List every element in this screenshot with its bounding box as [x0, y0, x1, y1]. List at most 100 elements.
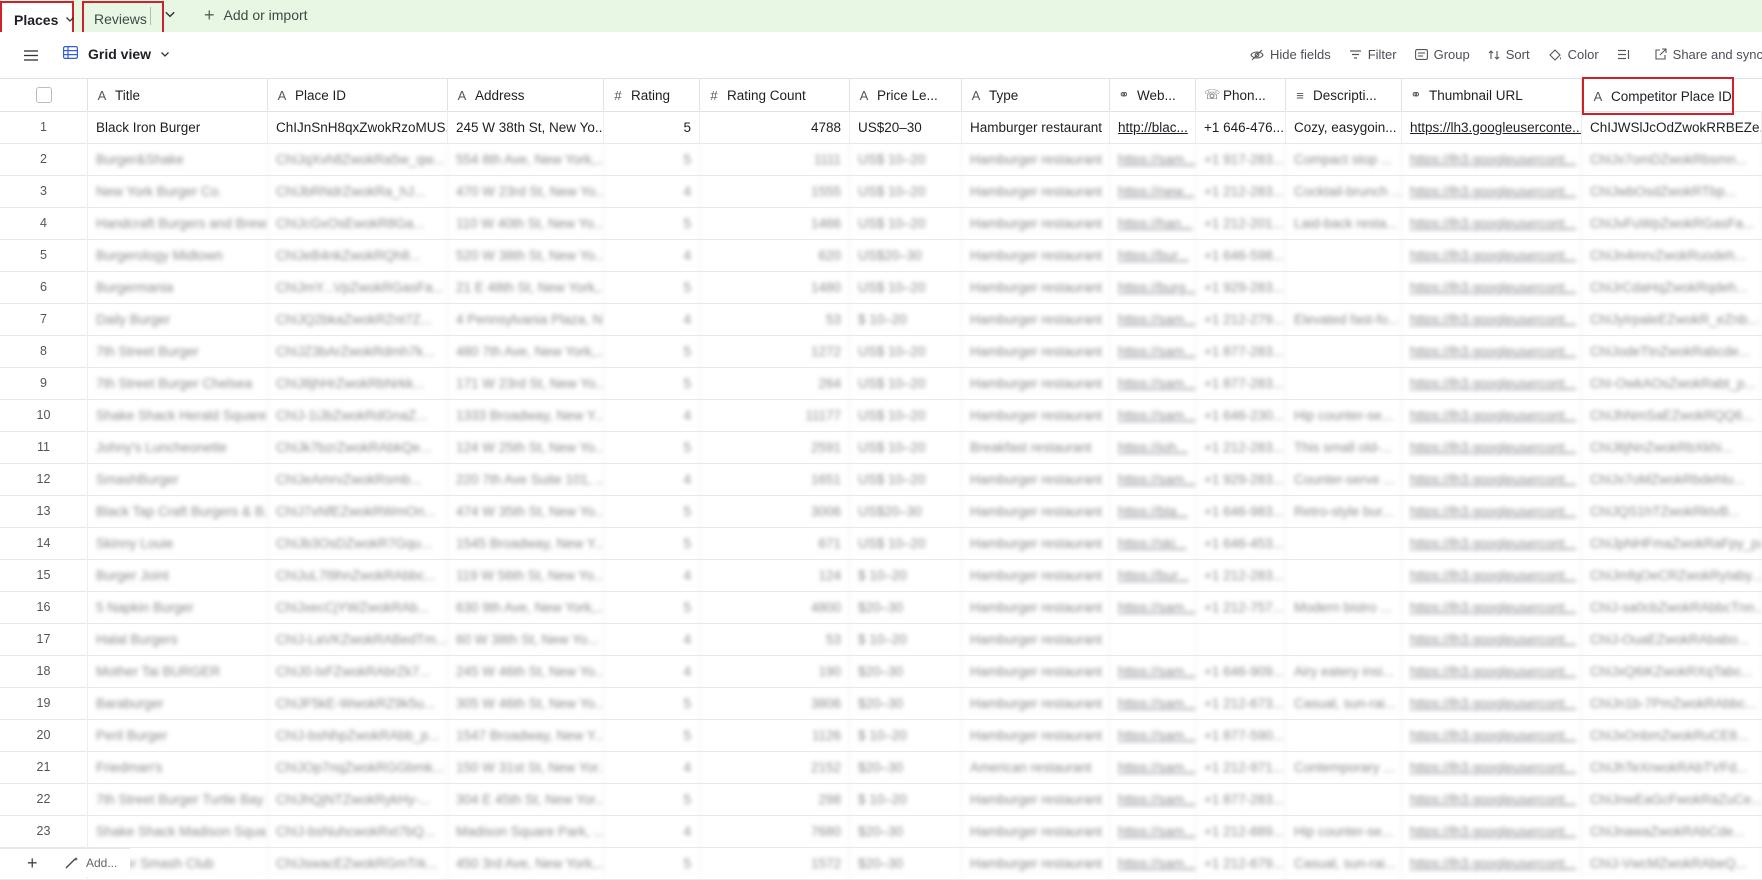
cell-phone[interactable]: +1 929-283...: [1196, 271, 1286, 303]
cell-price[interactable]: US$20–30: [850, 239, 962, 271]
cell-phone[interactable]: +1 212-679...: [1196, 847, 1286, 879]
cell-value[interactable]: https://sam...: [1118, 376, 1195, 391]
cell-phone[interactable]: +1 212-283...: [1196, 559, 1286, 591]
cell-rating[interactable]: 5: [604, 783, 700, 815]
cell-value[interactable]: https://sam...: [1118, 408, 1195, 423]
cell-thumbnail[interactable]: https://lh3.googleusercont...: [1402, 271, 1582, 303]
cell-title[interactable]: Shake Shack Herald Square: [88, 399, 268, 431]
cell-price[interactable]: $20–30: [850, 655, 962, 687]
cell-website[interactable]: https://sam...: [1110, 463, 1196, 495]
cell-price[interactable]: US$ 10–20: [850, 175, 962, 207]
cell-value[interactable]: https://lh3.googleusercont...: [1410, 504, 1576, 519]
cell-value[interactable]: http://blac...: [1118, 120, 1188, 135]
cell-title[interactable]: SmashBurger: [88, 463, 268, 495]
cell-value[interactable]: https://lh3.googleuserconte...: [1410, 120, 1581, 135]
sort-button[interactable]: Sort: [1488, 47, 1530, 62]
cell-rating[interactable]: 5: [604, 495, 700, 527]
cell-value[interactable]: https://sam...: [1118, 152, 1195, 167]
cell-address[interactable]: 474 W 35th St, New Yo...: [448, 495, 604, 527]
cell-value[interactable]: https://sam...: [1118, 824, 1195, 839]
row-number[interactable]: 12: [0, 463, 88, 495]
cell-address[interactable]: 480 7th Ave, New York,...: [448, 335, 604, 367]
cell-value[interactable]: https://sam...: [1118, 728, 1195, 743]
cell-description[interactable]: Elevated fast-fo...: [1286, 303, 1402, 335]
cell-thumbnail[interactable]: https://lh3.googleusercont...: [1402, 367, 1582, 399]
cell-phone[interactable]: +1 877-283...: [1196, 367, 1286, 399]
cell-title[interactable]: Black Iron Burger: [88, 111, 268, 143]
cell-rating[interactable]: 4: [604, 175, 700, 207]
cell-website[interactable]: https://sam...: [1110, 815, 1196, 847]
cell-description[interactable]: Retro-style bur...: [1286, 495, 1402, 527]
cell-thumbnail[interactable]: https://lh3.googleusercont...: [1402, 815, 1582, 847]
cell-thumbnail[interactable]: https://lh3.googleuserconte...: [1402, 111, 1582, 143]
cell-rating[interactable]: 5: [604, 111, 700, 143]
cell-type[interactable]: Hamburger restaurant: [962, 399, 1110, 431]
cell-website[interactable]: https://sam...: [1110, 751, 1196, 783]
cell-rating[interactable]: 4: [604, 623, 700, 655]
cell-type[interactable]: Hamburger restaurant: [962, 335, 1110, 367]
chevron-down-icon[interactable]: [65, 14, 75, 24]
cell-title[interactable]: 7th Street Burger Turtle Bay: [88, 783, 268, 815]
row-number[interactable]: 7: [0, 303, 88, 335]
cell-place-id[interactable]: ChIJswacEZwokRGmTrk...: [268, 847, 448, 879]
cell-type[interactable]: Hamburger restaurant: [962, 207, 1110, 239]
cell-thumbnail[interactable]: https://lh3.googleusercont...: [1402, 559, 1582, 591]
cell-competitor[interactable]: ChIJ-sa0cbZwokRAbbcTnn...: [1582, 591, 1762, 623]
cell-type[interactable]: Hamburger restaurant: [962, 847, 1110, 879]
cell-rating[interactable]: 5: [604, 335, 700, 367]
cell-competitor[interactable]: ChIJwbOsdZwokRTbp...: [1582, 175, 1762, 207]
cell-price[interactable]: US$ 10–20: [850, 335, 962, 367]
cell-value[interactable]: https://han...: [1118, 216, 1192, 231]
cell-address[interactable]: 245 W 38th St, New Yo...: [448, 111, 604, 143]
cell-thumbnail[interactable]: https://lh3.googleusercont...: [1402, 655, 1582, 687]
table-row[interactable]: 9 7th Street Burger Chelsea ChIJ8jhHrZwokR…: [0, 367, 1762, 400]
cell-competitor[interactable]: ChIJnwEaGcFwokRaZuCe...: [1582, 783, 1762, 815]
cell-address[interactable]: 1545 Broadway, New Y...: [448, 527, 604, 559]
cell-rating[interactable]: 5: [604, 527, 700, 559]
cell-rating[interactable]: 4: [604, 399, 700, 431]
cell-type[interactable]: Hamburger restaurant: [962, 239, 1110, 271]
table-row[interactable]: 6 Burgermania ChIJmY...VpZwokRGasFa... 21 E…: [0, 271, 1762, 304]
table-row[interactable]: 18 Mother Tai BURGER ChIJ0-lxFZwokRAbrZk7.…: [0, 655, 1762, 688]
cell-type[interactable]: Hamburger restaurant: [962, 591, 1110, 623]
cell-thumbnail[interactable]: https://lh3.googleusercont...: [1402, 751, 1582, 783]
cell-address[interactable]: 60 W 38th St, New Yo...: [448, 623, 604, 655]
cell-website[interactable]: http://blac...: [1110, 111, 1196, 143]
row-number[interactable]: 1: [0, 111, 88, 143]
cell-website[interactable]: https://sam...: [1110, 719, 1196, 751]
cell-type[interactable]: Hamburger restaurant: [962, 687, 1110, 719]
cell-thumbnail[interactable]: https://lh3.googleusercont...: [1402, 623, 1582, 655]
color-button[interactable]: Color: [1548, 47, 1599, 62]
cell-value[interactable]: https://lh3.googleusercont...: [1410, 280, 1576, 295]
filter-button[interactable]: Filter: [1349, 47, 1397, 62]
cell-description[interactable]: Cozy, easygoin...: [1286, 111, 1402, 143]
add-record-plus-icon[interactable]: +: [27, 853, 38, 874]
cell-competitor[interactable]: ChIJxOnbmZwokRuCE8...: [1582, 719, 1762, 751]
row-number[interactable]: 16: [0, 591, 88, 623]
cell-website[interactable]: https://bur...: [1110, 239, 1196, 271]
cell-place-id[interactable]: ChIJbRNdrZwokRa_hJ...: [268, 175, 448, 207]
cell-place-id[interactable]: ChIJeB4nkZwokRQh8...: [268, 239, 448, 271]
cell-type[interactable]: Hamburger restaurant: [962, 367, 1110, 399]
cell-rating[interactable]: 4: [604, 655, 700, 687]
cell-competitor[interactable]: ChIJWSlJcOdZwokRRBEZe...: [1582, 111, 1762, 143]
cell-website[interactable]: https://sam...: [1110, 655, 1196, 687]
cell-phone[interactable]: +1 212-971...: [1196, 751, 1286, 783]
cell-description[interactable]: Airy eatery insi...: [1286, 655, 1402, 687]
cell-phone[interactable]: +1 212-201...: [1196, 207, 1286, 239]
cell-competitor[interactable]: ChIJQS1hTZwokRktvB...: [1582, 495, 1762, 527]
cell-title[interactable]: Mother Tai BURGER: [88, 655, 268, 687]
cell-website[interactable]: https://burg...: [1110, 271, 1196, 303]
cell-description[interactable]: [1286, 239, 1402, 271]
cell-value[interactable]: https://ski...: [1118, 536, 1186, 551]
cell-phone[interactable]: +1 212-673...: [1196, 687, 1286, 719]
cell-competitor[interactable]: ChIJ-OuaEZwokRAbabo...: [1582, 623, 1762, 655]
cell-address[interactable]: 554 8th Ave, New York,...: [448, 143, 604, 175]
cell-type[interactable]: Hamburger restaurant: [962, 559, 1110, 591]
cell-thumbnail[interactable]: https://lh3.googleusercont...: [1402, 719, 1582, 751]
cell-competitor[interactable]: ChIJhNmSaEZwokRQQ6...: [1582, 399, 1762, 431]
cell-value[interactable]: https://sam...: [1118, 664, 1195, 679]
cell-price[interactable]: $20–30: [850, 847, 962, 879]
cell-rating[interactable]: 4: [604, 751, 700, 783]
cell-competitor[interactable]: ChIJodeTtnZwokRabcde...: [1582, 335, 1762, 367]
